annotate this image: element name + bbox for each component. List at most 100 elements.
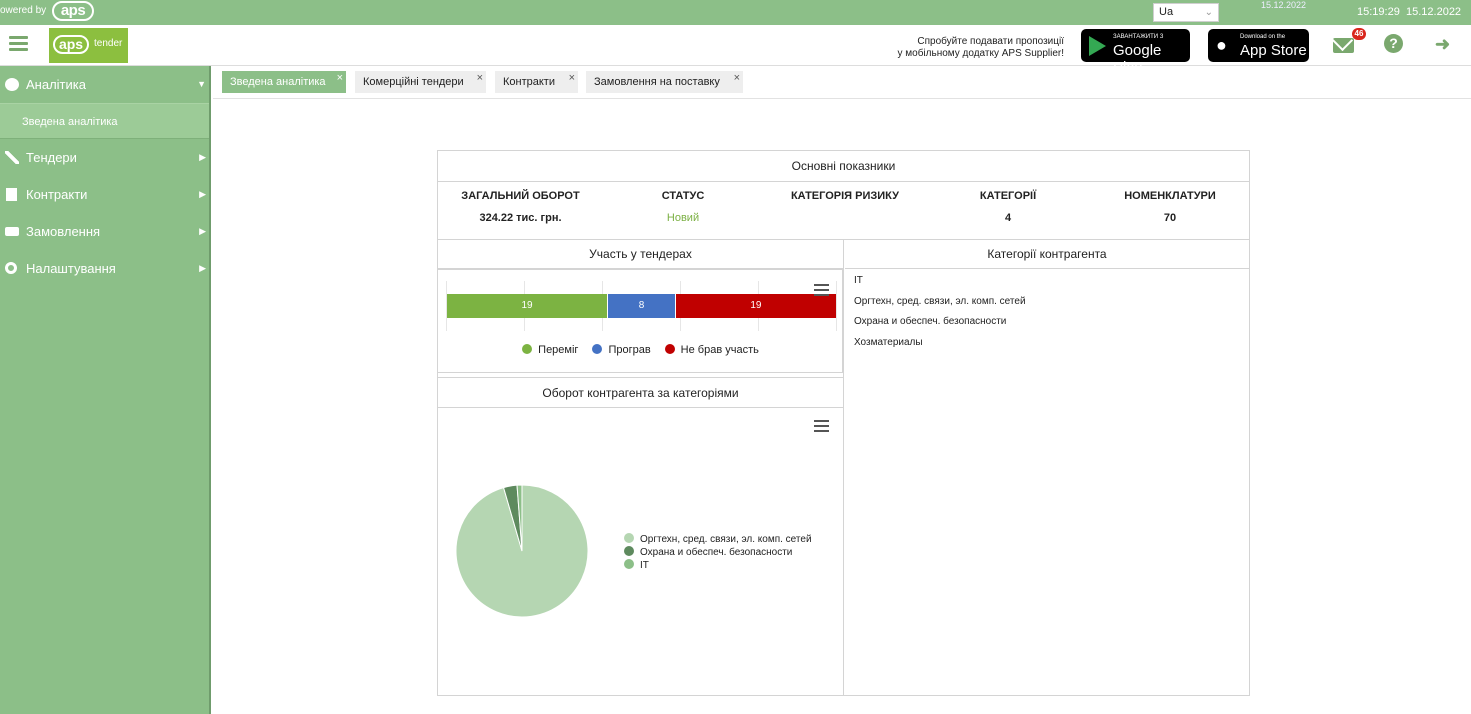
brand-logo[interactable]: aps tender [49, 28, 128, 63]
google-play-icon [1089, 36, 1106, 56]
gears-icon [5, 262, 17, 274]
brand-tender: tender [94, 38, 123, 49]
tab-contracts[interactable]: Контракти × [495, 71, 578, 93]
tender-participation-chart: 19 8 19 Переміг Програв Не брав участь [438, 269, 843, 373]
sidebar-item-label: Замовлення [26, 224, 101, 239]
bar-segment[interactable]: 19 [675, 294, 836, 318]
google-play-button[interactable]: ЗАВАНТАЖИТИ З Google Play [1081, 29, 1190, 76]
mail-count-badge: 46 [1352, 28, 1366, 40]
legend-item[interactable]: Не брав участь [664, 344, 759, 356]
tab-label: Зведена аналітика [230, 76, 326, 88]
legend-label: Програв [608, 344, 651, 356]
promo-text: Спробуйте подавати пропозиції у мобільно… [880, 36, 1064, 60]
chevron-down-icon: ⌄ [1204, 7, 1213, 18]
caret-right-icon: ▶ [199, 152, 206, 162]
caret-right-icon: ▶ [199, 189, 206, 199]
kpi-value: Новий [666, 212, 700, 224]
list-item: Хозматериалы [854, 336, 923, 348]
kpi-value: 70 [1163, 212, 1177, 224]
tab-summary-analytics[interactable]: Зведена аналітика × [222, 71, 346, 93]
close-icon[interactable]: × [337, 67, 343, 89]
kpi-categories: КАТЕГОРІЇ 4 [958, 190, 1058, 226]
legend-item[interactable]: Програв [592, 344, 651, 356]
header: aps tender Спробуйте подавати пропозиції… [0, 25, 1471, 76]
help-icon[interactable]: ? [1384, 34, 1403, 53]
language-value: Ua [1159, 6, 1174, 18]
legend-dot [624, 546, 634, 556]
current-date: 15.12.2022 [1406, 6, 1462, 18]
legend-label: Не брав участь [680, 344, 759, 356]
caret-right-icon: ▶ [199, 263, 206, 273]
sidebar-item-contracts[interactable]: Контракти ▶ [0, 176, 209, 213]
legend-item[interactable]: Охрана и обеспеч. безопасности [624, 546, 812, 559]
kpi-value: 4 [1004, 212, 1012, 224]
apple-icon: ● [1216, 35, 1227, 55]
mail-icon[interactable] [1333, 34, 1355, 56]
legend-label: IT [640, 560, 649, 571]
kpi-risk-category: КАТЕГОРІЯ РИЗИКУ [780, 190, 910, 226]
bar-legend: Переміг Програв Не брав участь [438, 344, 843, 356]
promo-line-1: Спробуйте подавати пропозиції [917, 36, 1064, 47]
google-play-small: ЗАВАНТАЖИТИ З [1113, 34, 1164, 40]
sidebar-item-analytics[interactable]: Аналітика ▼ [0, 66, 209, 103]
tab-delivery-orders[interactable]: Замовлення на поставку × [586, 71, 743, 93]
turnover-panel-title: Оборот контрагента за категоріями [438, 377, 843, 408]
categories-list: IT Оргтехн, сред. связи, эл. комп. сетей… [845, 269, 1249, 363]
legend-item[interactable]: IT [624, 559, 812, 572]
legend-item[interactable]: Переміг [522, 344, 578, 356]
app-store-button[interactable]: ● Download on the App Store [1208, 29, 1309, 62]
sidebar-item-label: Аналітика [26, 77, 86, 92]
tab-label: Комерційні тендери [363, 76, 464, 88]
language-select[interactable]: Ua ⌄ [1153, 3, 1219, 22]
top-strip: owered by aps Ua ⌄ 15.12.2022 15:19:29 1… [0, 0, 1471, 25]
app-store-small: Download on the [1240, 34, 1286, 40]
sidebar-item-label: Контракти [26, 187, 88, 202]
kpi-label: КАТЕГОРІЯ РИЗИКУ [790, 190, 900, 202]
sidebar-item-label: Тендери [26, 150, 77, 165]
gavel-icon [5, 151, 19, 164]
tab-label: Контракти [503, 76, 555, 88]
close-icon[interactable]: × [569, 67, 575, 89]
sidebar-item-tenders[interactable]: Тендери ▶ [0, 139, 209, 176]
list-item: Оргтехн, сред. связи, эл. комп. сетей [854, 295, 1026, 307]
aps-logo: aps [52, 1, 94, 21]
close-icon[interactable]: × [477, 67, 483, 89]
left-column: Участь у тендерах 19 8 19 Переміг Програв Не… [438, 240, 844, 696]
kpi-nomenclatures: НОМЕНКЛАТУРИ 70 [1110, 190, 1230, 226]
sidebar-item-settings[interactable]: Налаштування ▶ [0, 250, 209, 287]
sidebar-item-orders[interactable]: Замовлення ▶ [0, 213, 209, 250]
server-date: 15.12.2022 [1261, 0, 1307, 10]
caret-right-icon: ▶ [199, 226, 206, 236]
dashboard: Основні показники ЗАГАЛЬНИЙ ОБОРОТ 324.2… [437, 150, 1250, 696]
right-column: Категорії контрагента IT Оргтехн, сред. … [845, 240, 1249, 696]
legend-label: Переміг [538, 344, 579, 356]
kpi-value [780, 212, 910, 226]
pie-chart-icon [5, 78, 19, 91]
logout-icon[interactable]: ➜ [1435, 34, 1457, 56]
tab-bar: Зведена аналітика × Комерційні тендери ×… [213, 66, 1471, 99]
truck-icon [5, 227, 19, 236]
caret-down-icon: ▼ [197, 79, 206, 89]
dashboard-title: Основні показники [438, 151, 1249, 182]
bar-segment[interactable]: 19 [447, 294, 608, 318]
legend-dot [624, 533, 634, 543]
legend-dot [664, 344, 675, 354]
kpi-status: СТАТУС Новий [633, 190, 733, 226]
gridline [836, 281, 837, 331]
kpi-row: ЗАГАЛЬНИЙ ОБОРОТ 324.22 тис. грн. СТАТУС… [438, 182, 1249, 240]
kpi-label: ЗАГАЛЬНИЙ ОБОРОТ [461, 190, 580, 202]
chart-menu-icon[interactable] [814, 284, 829, 296]
tab-commercial-tenders[interactable]: Комерційні тендери × [355, 71, 486, 93]
stacked-bar-area: 19 8 19 [446, 281, 837, 331]
legend-item[interactable]: Оргтехн, сред. связи, эл. комп. сетей [624, 533, 812, 546]
legend-label: Оргтехн, сред. связи, эл. комп. сетей [640, 534, 812, 545]
list-item: Охрана и обеспеч. безопасности [854, 316, 1007, 327]
kpi-turnover: ЗАГАЛЬНИЙ ОБОРОТ 324.22 тис. грн. [458, 190, 583, 226]
sidebar: Аналітика ▼ Зведена аналітика Тендери ▶ … [0, 66, 211, 714]
document-icon [6, 188, 17, 201]
menu-icon[interactable] [9, 36, 28, 52]
sidebar-subitem-summary[interactable]: Зведена аналітика [0, 103, 209, 139]
kpi-value: 324.22 тис. грн. [479, 212, 562, 224]
bar-segment[interactable]: 8 [608, 294, 675, 318]
close-icon[interactable]: × [734, 67, 740, 89]
